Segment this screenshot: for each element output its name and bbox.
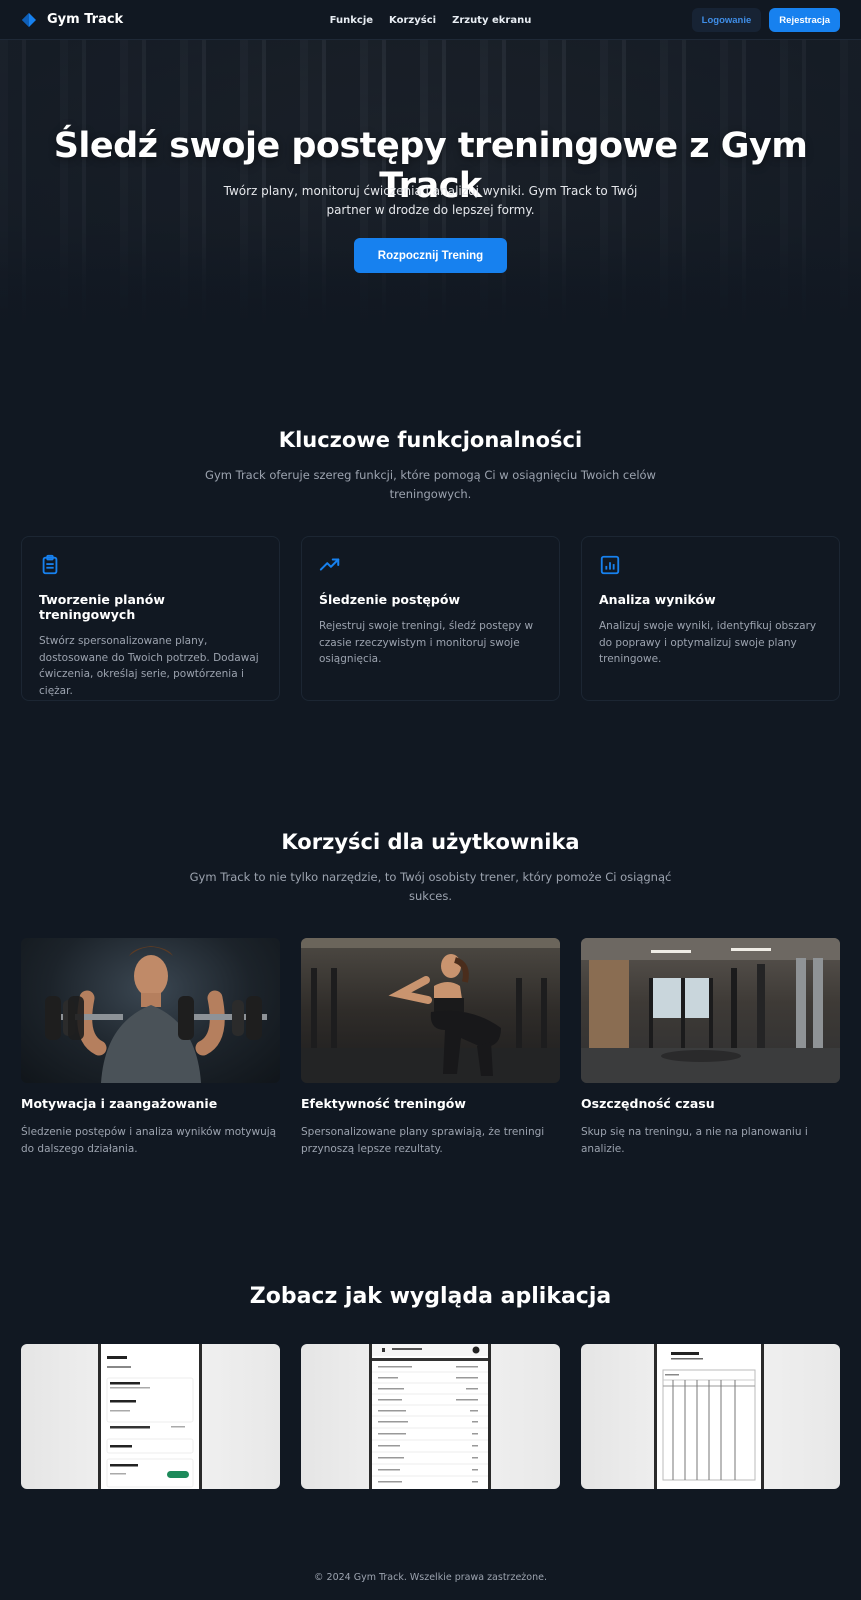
feature-text: Analizuj swoje wyniki, identyfikuj obsza… bbox=[599, 620, 817, 665]
benefit-image-motivation bbox=[21, 938, 280, 1083]
hero-subtitle: Twórz plany, monitoruj ćwiczenia i anali… bbox=[223, 184, 638, 217]
feature-text: Stwórz spersonalizowane plany, dostosowa… bbox=[39, 635, 259, 697]
phone-mockup bbox=[98, 1344, 202, 1489]
nav-link-funkcje[interactable]: Funkcje bbox=[330, 15, 373, 26]
feature-card-progress: Śledzenie postępów Rejestruj swoje treni… bbox=[301, 536, 560, 701]
squat-woman-illustration bbox=[301, 938, 560, 1083]
bar-chart-icon bbox=[600, 555, 620, 575]
app-screenshot-2[interactable] bbox=[301, 1344, 560, 1489]
benefit-text: Spersonalizowane plany sprawiają, że tre… bbox=[301, 1126, 545, 1155]
feature-card-plans: Tworzenie planów treningowych Stwórz spe… bbox=[21, 536, 280, 701]
nav-link-zrzuty-ekranu[interactable]: Zrzuty ekranu bbox=[452, 15, 531, 26]
app-name: Gym Track bbox=[47, 12, 124, 27]
benefit-image-time bbox=[581, 938, 840, 1083]
app-menu-preview bbox=[106, 1356, 194, 1488]
benefit-title: Oszczędność czasu bbox=[581, 1096, 715, 1111]
dumbbell-man-illustration bbox=[45, 946, 267, 1083]
benefit-text: Skup się na treningu, a nie na planowani… bbox=[581, 1126, 808, 1155]
benefits-subtitle: Gym Track to nie tylko narzędzie, to Twó… bbox=[189, 870, 672, 903]
app-list-preview bbox=[372, 1344, 488, 1483]
features-subtitle: Gym Track oferuje szereg funkcji, które … bbox=[205, 468, 656, 501]
feature-title: Analiza wyników bbox=[599, 592, 716, 607]
app-table-preview bbox=[662, 1352, 756, 1481]
nav-link-korzysci[interactable]: Korzyści bbox=[389, 15, 436, 26]
trending-up-icon bbox=[319, 558, 340, 571]
features-title: Kluczowe funkcjonalności bbox=[278, 428, 583, 452]
phone-mockup bbox=[369, 1344, 491, 1489]
footer-copyright: © 2024 Gym Track. Wszelkie prawa zastrze… bbox=[314, 1572, 547, 1583]
gym-room-illustration bbox=[581, 938, 840, 1083]
login-button[interactable]: Logowanie bbox=[691, 8, 762, 32]
diamond-logo-icon bbox=[22, 12, 36, 27]
auth-buttons: Logowanie Rejestracja bbox=[691, 8, 840, 32]
benefits-title: Korzyści dla użytkownika bbox=[281, 830, 580, 854]
register-button[interactable]: Rejestracja bbox=[769, 8, 840, 32]
hero-section: Śledź swoje postępy treningowe z Gym Tra… bbox=[0, 40, 861, 340]
feature-title: Śledzenie postępów bbox=[319, 592, 460, 607]
screenshots-title: Zobacz jak wygląda aplikacja bbox=[249, 1284, 612, 1309]
benefit-image-efficiency bbox=[301, 938, 560, 1083]
feature-title: Tworzenie planów treningowych bbox=[39, 592, 165, 622]
clipboard-icon bbox=[42, 554, 58, 575]
logo[interactable]: Gym Track bbox=[21, 12, 123, 28]
feature-text: Rejestruj swoje treningi, śledź postępy … bbox=[319, 620, 534, 665]
benefit-title: Motywacja i zaangażowanie bbox=[21, 1096, 218, 1111]
benefit-title: Efektywność treningów bbox=[301, 1096, 466, 1111]
app-screenshot-1[interactable] bbox=[21, 1344, 280, 1489]
benefit-text: Śledzenie postępów i analiza wyników mot… bbox=[21, 1126, 277, 1155]
feature-card-analysis: Analiza wyników Analizuj swoje wyniki, i… bbox=[581, 536, 840, 701]
start-training-button[interactable]: Rozpocznij Trening bbox=[354, 238, 507, 273]
app-screenshot-3[interactable] bbox=[581, 1344, 840, 1489]
phone-mockup bbox=[654, 1344, 764, 1489]
